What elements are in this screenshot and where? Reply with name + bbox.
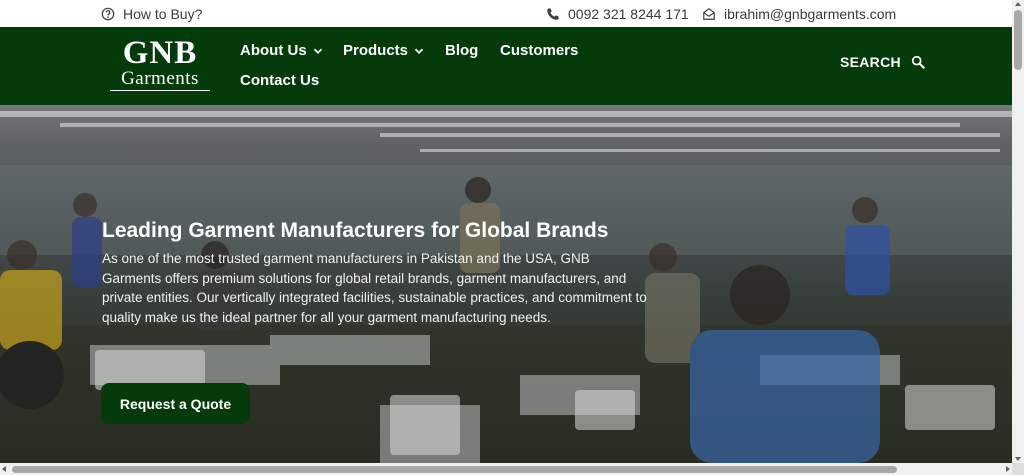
nav-item-products[interactable]: Products [343, 42, 424, 59]
search-label: SEARCH [840, 54, 901, 70]
scroll-right-arrow-icon[interactable] [1006, 466, 1010, 472]
horizontal-scroll-thumb[interactable] [12, 466, 897, 473]
chevron-down-icon [313, 48, 322, 54]
vertical-scroll-thumb[interactable] [1014, 10, 1022, 70]
nav-item-about[interactable]: About Us [240, 42, 323, 59]
hero-section: Leading Garment Manufacturers for Global… [0, 105, 1012, 463]
search-icon [911, 55, 925, 69]
email-address: ibrahim@gnbgarments.com [724, 5, 897, 22]
search-button[interactable]: SEARCH [840, 54, 925, 70]
phone-icon [547, 7, 559, 20]
horizontal-scrollbar[interactable] [0, 463, 1012, 475]
site-logo[interactable]: GNB Garments [110, 37, 210, 95]
site-header: GNB Garments About Us Products Blog Cust… [0, 27, 1012, 105]
request-quote-button[interactable]: Request a Quote [101, 383, 250, 424]
scrollbar-corner [1012, 463, 1024, 475]
nav-products-label: Products [343, 42, 409, 59]
vertical-scrollbar[interactable] [1012, 0, 1024, 463]
chevron-down-icon [414, 48, 424, 54]
phone-link[interactable]: 0092 321 8244 171 [546, 0, 689, 27]
hero-title: Leading Garment Manufacturers for Global… [102, 219, 609, 242]
logo-line-1: GNB [122, 35, 198, 71]
nav-item-customers[interactable]: Customers [500, 42, 578, 59]
scroll-down-arrow-icon[interactable] [1015, 457, 1021, 461]
nav-customers-label: Customers [500, 42, 579, 59]
scroll-up-arrow-icon[interactable] [1015, 2, 1021, 6]
phone-number: 0092 321 8244 171 [568, 5, 689, 22]
help-circle-icon [101, 7, 115, 20]
nav-item-blog[interactable]: Blog [445, 42, 478, 59]
top-bar: How to Buy? 0092 321 8244 171 ibrahim@gn… [0, 0, 1012, 27]
how-to-buy-label: How to Buy? [123, 5, 203, 22]
nav-about-label: About Us [240, 42, 307, 59]
envelope-icon [703, 7, 715, 20]
nav-blog-label: Blog [445, 42, 479, 59]
hero-description: As one of the most trusted garment manuf… [102, 251, 647, 325]
how-to-buy-link[interactable]: How to Buy? [101, 0, 202, 27]
nav-contact-label: Contact Us [240, 72, 320, 89]
nav-item-contact[interactable]: Contact Us [240, 72, 319, 89]
email-link[interactable]: ibrahim@gnbgarments.com [702, 0, 896, 27]
logo-line-2: Garments [110, 69, 210, 91]
scroll-left-arrow-icon[interactable] [2, 466, 6, 472]
